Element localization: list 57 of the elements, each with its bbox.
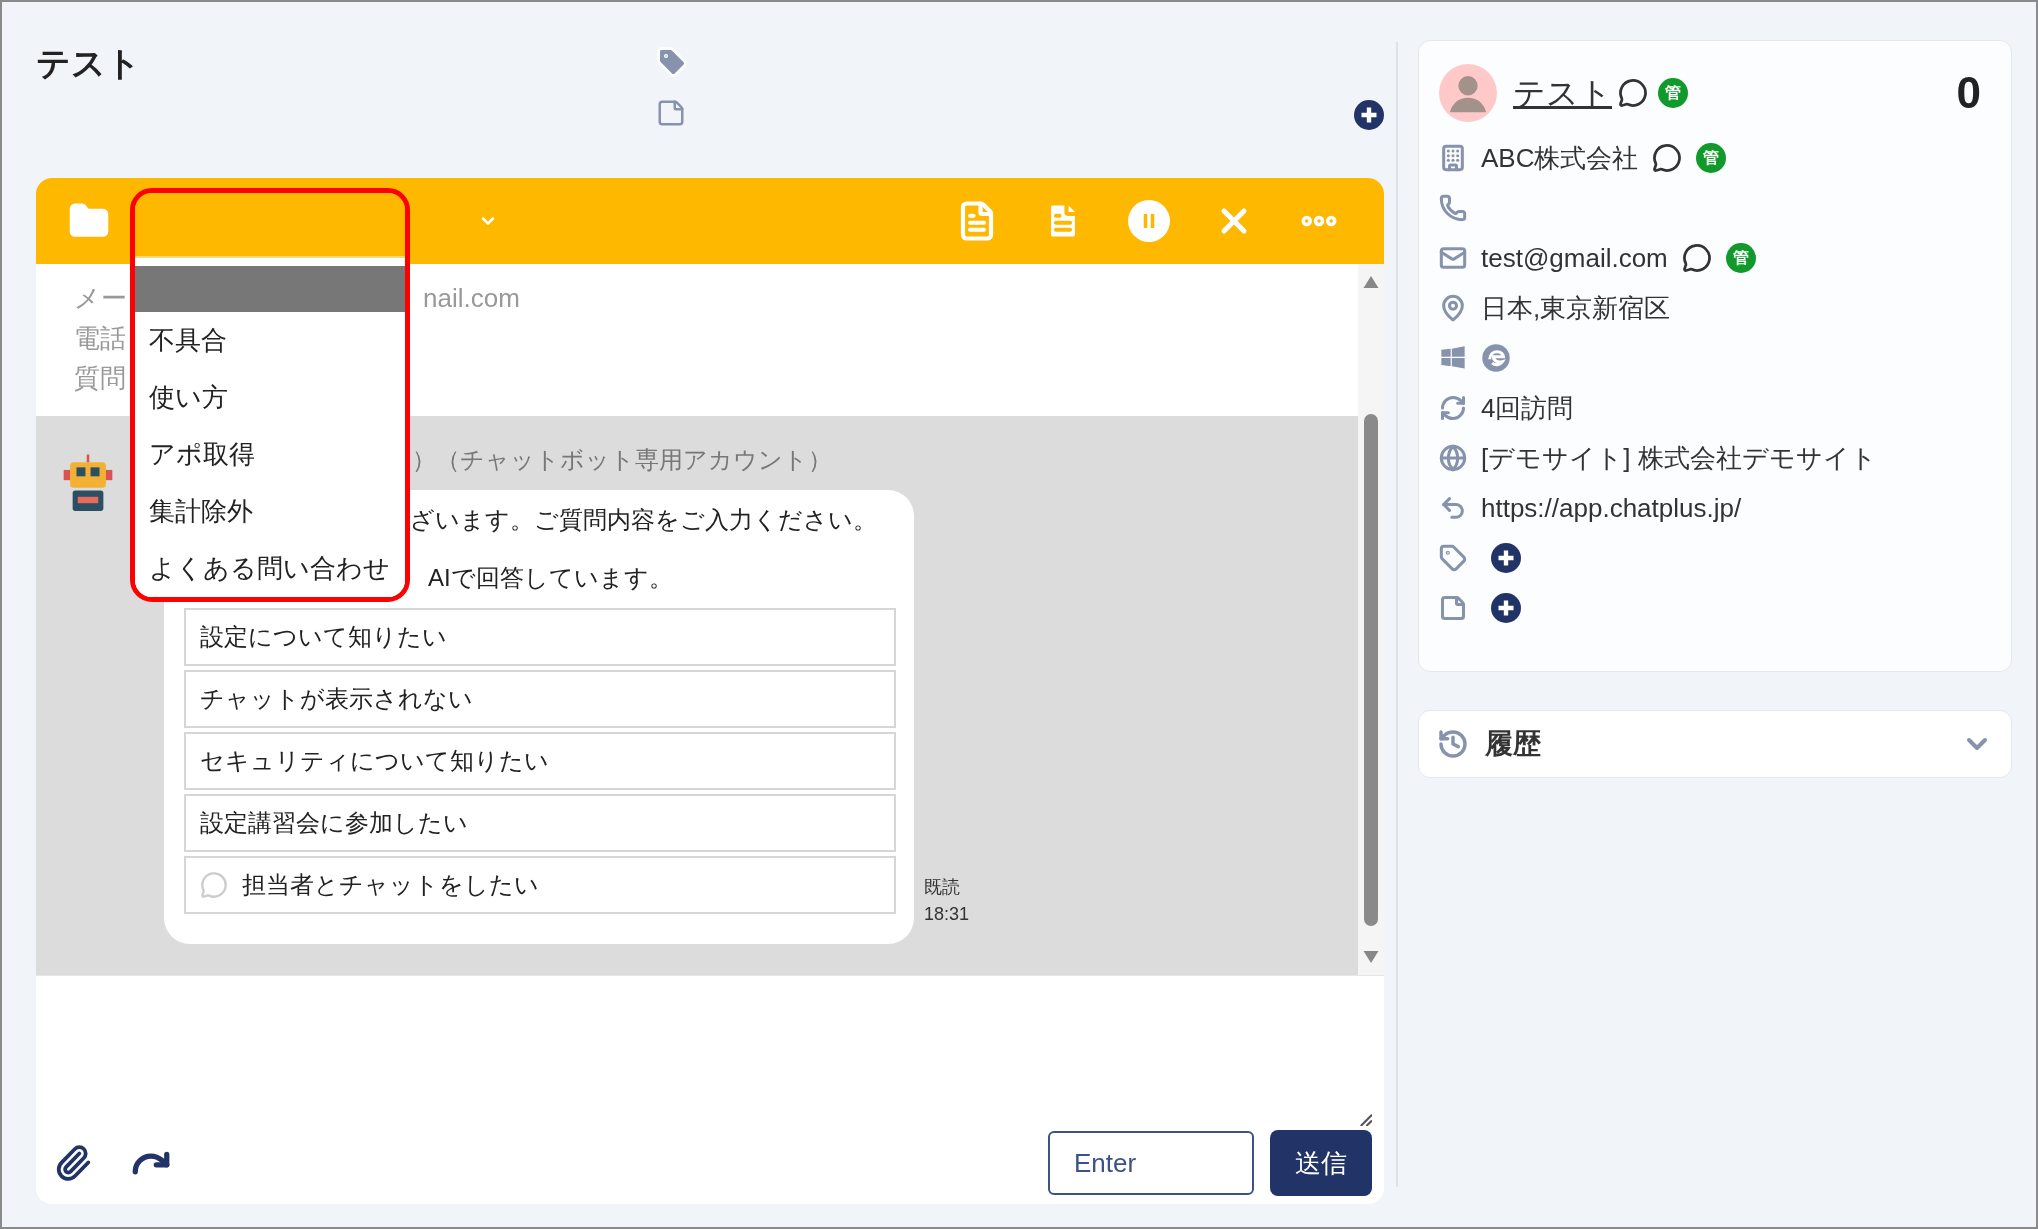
history-label: 履歴 — [1485, 727, 1541, 761]
avatar-icon — [1439, 64, 1497, 122]
admin-badge: 管 — [1725, 243, 1756, 273]
choice-button[interactable]: 担当者とチャットをしたい — [184, 856, 896, 914]
info-label: メー — [74, 282, 127, 315]
reply-arrow-icon — [1439, 494, 1467, 522]
profile-value: https://app.chatplus.jp/ — [1481, 491, 1742, 525]
message-text: ざいます。ご質問内容をご入力ください。 — [410, 505, 878, 535]
speech-bubble-icon — [200, 871, 228, 899]
sender-name: ）（チャットボット専用アカウント） — [412, 445, 833, 475]
note-icon — [1439, 594, 1467, 622]
send-button[interactable]: 送信 — [1270, 1130, 1372, 1196]
phone-icon — [1439, 194, 1467, 222]
history-panel[interactable]: 履歴 — [1418, 710, 2012, 778]
add-icon[interactable] — [1491, 543, 1521, 573]
profile-value: test@gmail.com — [1481, 241, 1668, 275]
profile-value: [デモサイト] 株式会社デモサイト — [1481, 441, 1877, 475]
comment-icon[interactable] — [1618, 78, 1648, 108]
history-icon — [1437, 728, 1469, 760]
note-icon[interactable] — [656, 98, 686, 128]
globe-icon — [1439, 444, 1467, 472]
profile-value: ABC株式会社 — [1481, 141, 1639, 175]
browser-icon — [1481, 343, 1511, 373]
tag-icon — [1439, 544, 1467, 572]
admin-badge: 管 — [1658, 78, 1688, 108]
choice-button[interactable]: セキュリティについて知りたい — [184, 732, 896, 790]
paperclip-icon[interactable] — [54, 1144, 92, 1182]
choice-button[interactable]: 設定講習会に参加したい — [184, 794, 896, 852]
building-icon — [1439, 144, 1467, 172]
info-label: 電話 — [74, 322, 127, 355]
message-text: AIで回答しています。 — [428, 563, 674, 593]
comment-icon[interactable] — [1681, 243, 1712, 273]
score: 0 — [1956, 67, 1981, 119]
add-icon[interactable] — [1491, 593, 1521, 623]
pause-icon[interactable] — [1128, 200, 1170, 242]
profile-value: 4回訪問 — [1481, 391, 1574, 425]
scroll-down-icon[interactable] — [1362, 951, 1380, 963]
choice-button[interactable]: 設定について知りたい — [184, 608, 896, 666]
email-value: nail.com — [423, 282, 520, 315]
visitor-name-link[interactable]: テスト — [1513, 69, 1612, 117]
page-title: テスト — [36, 44, 141, 82]
read-status: 既読 — [924, 876, 961, 899]
resize-handle-icon[interactable] — [1358, 1112, 1372, 1126]
mail-icon — [1439, 244, 1467, 272]
comment-icon[interactable] — [1652, 143, 1683, 173]
tag-icon[interactable] — [656, 46, 688, 78]
admin-badge: 管 — [1696, 143, 1727, 173]
add-icon[interactable] — [1354, 100, 1384, 130]
profile-value: 日本,東京新宿区 — [1481, 291, 1671, 325]
message-time: 18:31 — [924, 903, 970, 926]
map-pin-icon — [1439, 294, 1467, 322]
choice-button[interactable]: チャットが表示されない — [184, 670, 896, 728]
scroll-up-icon[interactable] — [1362, 276, 1380, 288]
scrollbar[interactable] — [1358, 264, 1384, 975]
info-label: 質問 — [74, 362, 127, 395]
refresh-icon — [1439, 394, 1467, 422]
send-key-select[interactable]: Enter — [1048, 1131, 1254, 1195]
